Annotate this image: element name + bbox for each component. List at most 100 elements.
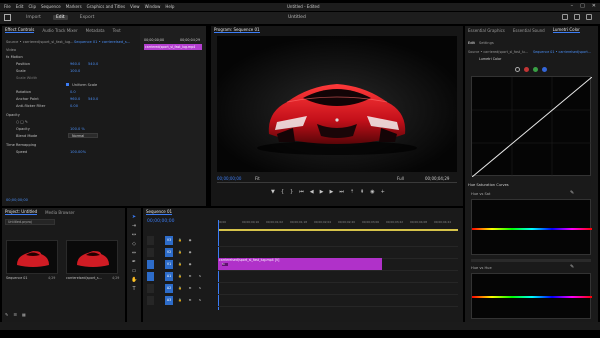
source-patch-a1[interactable] xyxy=(147,272,154,281)
hand-tool-icon[interactable]: ✋ xyxy=(131,277,137,283)
program-tc-current[interactable]: 00;00;00;00 xyxy=(217,176,241,181)
hue-vs-sat-box[interactable] xyxy=(471,199,592,255)
list-view-icon[interactable]: ☰ xyxy=(13,312,17,317)
step-back-icon[interactable]: ◀ xyxy=(310,189,314,195)
tab-essential-graphics[interactable]: Essential Graphics xyxy=(468,28,505,33)
speed-value[interactable]: 100.00% xyxy=(70,150,86,154)
anchor-y[interactable]: 540.0 xyxy=(88,97,98,101)
marker-icon[interactable]: ▼ xyxy=(271,189,275,195)
opacity-value[interactable]: 100.0 % xyxy=(70,127,85,131)
add-button-icon[interactable]: + xyxy=(381,189,385,195)
lumetri-source[interactable]: Source • carriered(sport_sl_fast_lu... xyxy=(468,50,528,54)
minimize-icon[interactable]: – xyxy=(571,3,574,9)
eyedropper-icon[interactable]: ✎ xyxy=(570,190,574,196)
go-to-out-icon[interactable]: ⏭ xyxy=(339,189,344,195)
ripple-edit-icon[interactable]: ↔ xyxy=(131,232,137,238)
close-icon[interactable]: ✕ xyxy=(592,3,596,9)
lock-icon[interactable]: 🔒 xyxy=(177,285,183,291)
hue-vs-hue-box[interactable] xyxy=(471,273,592,319)
source-patch-v2[interactable] xyxy=(147,248,154,257)
motion-row[interactable]: fx Motion xyxy=(6,55,23,59)
hue-sat-section[interactable]: Hue Saturation Curves xyxy=(468,183,509,187)
channel-green[interactable] xyxy=(533,67,538,72)
timeline-timecode[interactable]: 00;00;00;00 xyxy=(147,219,174,224)
mini-clip-bar[interactable]: carriered(sport_sl_fast_lug.mp4 xyxy=(144,44,202,50)
rotation-value[interactable]: 0.0 xyxy=(70,90,76,94)
source-label[interactable]: Source • carriered(sport_sl_fast_lug... xyxy=(6,40,74,44)
channel-blue[interactable] xyxy=(542,67,547,72)
opacity-section[interactable]: Opacity xyxy=(6,113,20,117)
tab-project[interactable]: Project: Untitled xyxy=(5,209,38,215)
subtab-settings[interactable]: Settings xyxy=(479,41,494,45)
play-icon[interactable]: ▶ xyxy=(320,189,324,195)
blend-select[interactable]: Normal xyxy=(68,133,98,138)
menu-item-graphics-and-titles[interactable]: Graphics and Titles xyxy=(87,4,125,9)
project-item-thumb-2[interactable] xyxy=(66,240,118,274)
eye-icon[interactable]: ◉ xyxy=(187,249,193,255)
project-item-name-2[interactable]: carrierelsed(sport_s... xyxy=(66,276,102,280)
checkbox-icon[interactable] xyxy=(66,83,69,86)
lift-icon[interactable]: ⇡ xyxy=(350,189,354,195)
uniform-scale-row[interactable]: Uniform Scale xyxy=(66,83,97,87)
track-label[interactable]: A2 xyxy=(165,284,173,293)
menu-item-markers[interactable]: Markers xyxy=(66,4,82,9)
go-to-in-icon[interactable]: ⏮ xyxy=(299,189,304,195)
lumetri-lut[interactable]: Lumetri Color xyxy=(479,57,501,61)
sequence-label[interactable]: Sequence 01 • carrierelsed_s... xyxy=(74,40,130,44)
source-patch-a3[interactable] xyxy=(147,296,154,305)
tab-program[interactable]: Program: Sequence 01 xyxy=(214,27,260,33)
track-header-a3[interactable]: A3 🔒 M S xyxy=(147,294,217,307)
track-label[interactable]: V3 xyxy=(165,236,173,245)
project-item-thumb-1[interactable] xyxy=(6,240,58,274)
tab-sequence[interactable]: Sequence 01 xyxy=(146,209,173,215)
step-forward-icon[interactable]: ▶ xyxy=(329,189,333,195)
tab-import[interactable]: Import xyxy=(26,15,41,20)
rect-mask-icon[interactable]: □ xyxy=(20,120,23,124)
lock-icon[interactable]: 🔒 xyxy=(177,261,183,267)
project-item-name-1[interactable]: Sequence 01 xyxy=(6,276,28,280)
menu-item-view[interactable]: View xyxy=(130,4,140,9)
home-icon[interactable] xyxy=(4,14,11,21)
subtab-edit[interactable]: Edit xyxy=(468,41,475,45)
mute-icon[interactable]: M xyxy=(187,273,193,279)
channel-white[interactable] xyxy=(515,67,520,72)
lock-icon[interactable]: 🔒 xyxy=(177,273,183,279)
menu-item-help[interactable]: Help xyxy=(165,4,174,9)
menu-item-file[interactable]: File xyxy=(4,4,11,9)
solo-icon[interactable]: S xyxy=(197,297,203,303)
source-patch-v1[interactable] xyxy=(147,260,154,269)
track-label[interactable]: A3 xyxy=(165,296,173,305)
anchor-x[interactable]: 960.0 xyxy=(70,97,80,101)
solo-icon[interactable]: S xyxy=(197,273,203,279)
tab-metadata[interactable]: Metadata xyxy=(86,28,105,33)
razor-tool-icon[interactable]: ◇ xyxy=(131,241,137,247)
fit-select[interactable]: Fit xyxy=(255,176,260,181)
ec-timecode[interactable]: 00;00;00;00 xyxy=(6,198,28,202)
tab-audio-mixer[interactable]: Audio Track Mixer xyxy=(42,28,77,33)
tab-essential-sound[interactable]: Essential Sound xyxy=(513,28,545,33)
maximize-icon[interactable]: □ xyxy=(580,3,585,9)
video-frame[interactable] xyxy=(217,36,457,172)
mute-icon[interactable]: M xyxy=(187,297,193,303)
track-label[interactable]: V1 xyxy=(165,260,173,269)
position-x[interactable]: 960.0 xyxy=(70,62,80,66)
slip-tool-icon[interactable]: ⇔ xyxy=(131,250,137,256)
mute-icon[interactable]: M xyxy=(187,285,193,291)
pencil-icon[interactable]: ✎ xyxy=(5,312,8,317)
antiflicker-value[interactable]: 0.00 xyxy=(70,104,78,108)
time-ruler[interactable]: 00;00 00;00;00;16 00;00;01;02 00;00;01;18 00… xyxy=(218,220,458,228)
project-search-input[interactable]: Untitled.prproj xyxy=(5,219,55,225)
work-area-bar[interactable] xyxy=(218,229,458,231)
track-label[interactable]: V2 xyxy=(165,248,173,257)
tab-text[interactable]: Text xyxy=(113,28,121,33)
lock-icon[interactable]: 🔒 xyxy=(177,237,183,243)
menu-item-clip[interactable]: Clip xyxy=(28,4,36,9)
track-label[interactable]: A1 xyxy=(165,272,173,281)
tab-export[interactable]: Export xyxy=(80,15,95,20)
lock-icon[interactable]: 🔒 xyxy=(177,297,183,303)
sync-lock-icon[interactable] xyxy=(197,261,203,267)
menu-item-edit[interactable]: Edit xyxy=(16,4,24,9)
lock-icon[interactable]: 🔒 xyxy=(177,249,183,255)
source-patch-v3[interactable] xyxy=(147,236,154,245)
selection-tool-icon[interactable]: ➤ xyxy=(131,214,137,220)
